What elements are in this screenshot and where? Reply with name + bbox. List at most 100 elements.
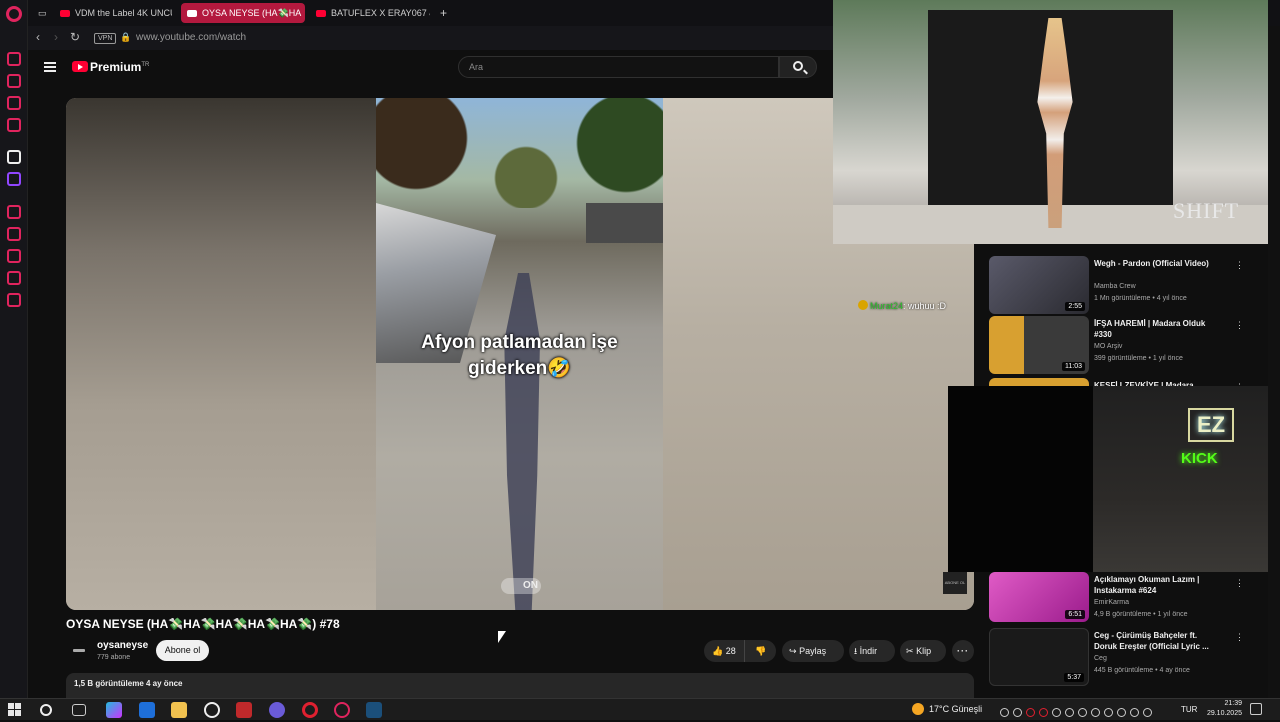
lock-icon: 🔒 <box>120 32 132 42</box>
stream-dark-panel <box>948 386 1093 572</box>
sidebar-extensions-icon[interactable] <box>7 271 21 285</box>
sidebar-mail-icon[interactable] <box>7 118 21 132</box>
search-icon[interactable] <box>40 704 52 716</box>
like-button[interactable]: 👍 28 <box>704 640 744 662</box>
rec-title[interactable]: İFŞA HAREMİ | Madara Olduk #330 <box>1094 318 1219 340</box>
pip-video-runway[interactable]: SHIFT <box>833 0 1268 244</box>
rec-title[interactable]: Ceg - Çürümüş Bahçeler ft. Doruk Ereşter… <box>1094 630 1219 652</box>
opera-gx-icon[interactable] <box>334 702 350 718</box>
thumbs-up-icon: 👍 <box>712 646 724 656</box>
search-input[interactable]: Ara <box>458 56 779 78</box>
kebab-menu-icon[interactable]: ⋮ <box>1235 260 1244 271</box>
steam-icon[interactable] <box>366 702 382 718</box>
rec-title[interactable]: Wegh - Pardon (Official Video) <box>1094 258 1219 269</box>
page-scrollbar[interactable] <box>1268 26 1280 698</box>
language-indicator[interactable]: TUR <box>1181 705 1197 714</box>
hamburger-menu-icon[interactable] <box>44 62 56 72</box>
channel-name[interactable]: oysaneyse <box>97 640 148 651</box>
pip-video-stream[interactable]: EZ KICK <box>948 386 1280 572</box>
rec-item[interactable]: 2:55 Wegh - Pardon (Official Video) Mamb… <box>989 256 1259 316</box>
rec-channel[interactable]: MO Arşiv <box>1094 343 1122 350</box>
rec-item[interactable]: 6:51 Açıklamayı Okuman Lazım | Instakarm… <box>989 572 1259 624</box>
duration-badge: 5:37 <box>1064 673 1084 682</box>
clock[interactable]: 21:39 29.10.2025 <box>1204 699 1242 719</box>
trees-scene <box>376 98 663 208</box>
chat-badge-icon <box>858 300 868 310</box>
opera-logo-icon[interactable] <box>6 6 22 22</box>
rec-thumbnail[interactable]: 11:03 <box>989 316 1089 374</box>
vpn-badge[interactable]: VPN <box>94 33 117 44</box>
share-button[interactable]: ↪ Paylaş <box>782 640 844 662</box>
kebab-menu-icon[interactable]: ⋮ <box>1235 632 1244 643</box>
video-on-badge: ON <box>501 578 541 594</box>
rec-thumbnail[interactable]: 5:37 <box>989 628 1089 686</box>
chat-text: : wuhuu :D <box>903 301 947 311</box>
youtube-logo-icon[interactable] <box>72 61 88 72</box>
tab-batuflex[interactable]: BATUFLEX X ERAY067 & <box>310 3 430 23</box>
url-field[interactable]: www.youtube.com/watch <box>136 32 246 43</box>
notification-icon[interactable] <box>1250 703 1262 715</box>
weather-widget[interactable]: 17°C Güneşli <box>912 703 982 715</box>
more-actions-button[interactable]: ··· <box>952 640 974 662</box>
search-button[interactable] <box>779 56 817 78</box>
forward-icon[interactable]: › <box>54 30 58 44</box>
back-icon[interactable]: ‹ <box>36 30 40 44</box>
youtube-brand[interactable]: PremiumTR <box>90 60 149 74</box>
rec-title[interactable]: Açıklamayı Okuman Lazım | Instakarma #62… <box>1094 574 1219 596</box>
clip-button[interactable]: ✂ Klip <box>900 640 946 662</box>
file-explorer-icon[interactable] <box>171 702 187 718</box>
sidebar-history-icon[interactable] <box>7 52 21 66</box>
opera-icon[interactable] <box>302 702 318 718</box>
subscribe-button[interactable]: Abone ol <box>156 640 209 661</box>
copilot-icon[interactable] <box>106 702 122 718</box>
rec-thumbnail[interactable]: 2:55 <box>989 256 1089 314</box>
rec-item[interactable]: 11:03 İFŞA HAREMİ | Madara Olduk #330 MO… <box>989 316 1259 376</box>
subscribe-watermark[interactable]: ABONE OL <box>943 572 967 594</box>
sidebar-bag-icon[interactable] <box>7 74 21 88</box>
ez-neon-sign: EZ <box>1188 408 1234 442</box>
download-icon: ⭳ <box>854 646 858 656</box>
new-tab-button[interactable]: + <box>434 3 452 23</box>
sidebar-clock-icon[interactable] <box>7 249 21 263</box>
sidebar-aria-icon[interactable] <box>7 150 21 164</box>
system-tray[interactable] <box>1000 704 1176 717</box>
rec-thumbnail[interactable]: 6:51 <box>989 572 1089 622</box>
task-view-icon[interactable] <box>72 704 86 716</box>
tab-vdm[interactable]: VDM the Label 4K UNCUT <box>54 3 172 23</box>
kebab-menu-icon[interactable]: ⋮ <box>1235 320 1244 331</box>
tab-oysa-neyse[interactable]: OYSA NEYSE (HA💸HA <box>181 3 305 23</box>
video-title: OYSA NEYSE (HA💸HA💸HA💸HA💸HA💸) #78 <box>66 617 340 631</box>
youtube-icon <box>316 10 326 17</box>
sidebar-bookmark-icon[interactable] <box>7 227 21 241</box>
tab-workspaces-icon[interactable]: ▭ <box>32 3 50 23</box>
sidebar-settings-icon[interactable] <box>7 293 21 307</box>
mail-icon[interactable] <box>139 702 155 718</box>
chrome-icon[interactable] <box>204 702 220 718</box>
channel-avatar[interactable] <box>70 641 88 659</box>
rec-item[interactable]: 5:37 Ceg - Çürümüş Bahçeler ft. Doruk Er… <box>989 628 1259 688</box>
rec-channel[interactable]: Mamba Crew <box>1094 283 1136 290</box>
region-code: TR <box>141 62 150 68</box>
kebab-menu-icon[interactable]: ⋮ <box>1235 578 1244 589</box>
search-icon <box>793 61 803 71</box>
description-box[interactable] <box>66 673 974 698</box>
blurred-backdrop-left <box>66 98 376 610</box>
voice-app-icon[interactable] <box>236 702 252 718</box>
opera-sidebar <box>0 0 28 698</box>
rec-channel[interactable]: Ceg <box>1094 655 1107 662</box>
kick-neon-sign: KICK <box>1181 450 1218 467</box>
download-button[interactable]: ⭳ İndir <box>849 640 895 662</box>
reload-icon[interactable]: ↻ <box>70 30 80 44</box>
sidebar-player-icon[interactable] <box>7 205 21 219</box>
dislike-button[interactable]: 👎 <box>744 640 776 662</box>
sidebar-twitch-icon[interactable] <box>7 172 21 186</box>
sidebar-messenger-icon[interactable] <box>7 96 21 110</box>
clock-date: 29.10.2025 <box>1206 710 1242 717</box>
rec-meta: 445 B görüntüleme • 4 ay önce <box>1094 667 1190 674</box>
windows-start-icon[interactable] <box>8 703 22 717</box>
duration-badge: 2:55 <box>1065 302 1085 311</box>
duration-badge: 11:03 <box>1062 362 1085 371</box>
discord-icon[interactable] <box>269 702 285 718</box>
rec-meta: 4,9 B görüntüleme • 1 yıl önce <box>1094 611 1188 618</box>
rec-channel[interactable]: EmirKarma <box>1094 599 1129 606</box>
